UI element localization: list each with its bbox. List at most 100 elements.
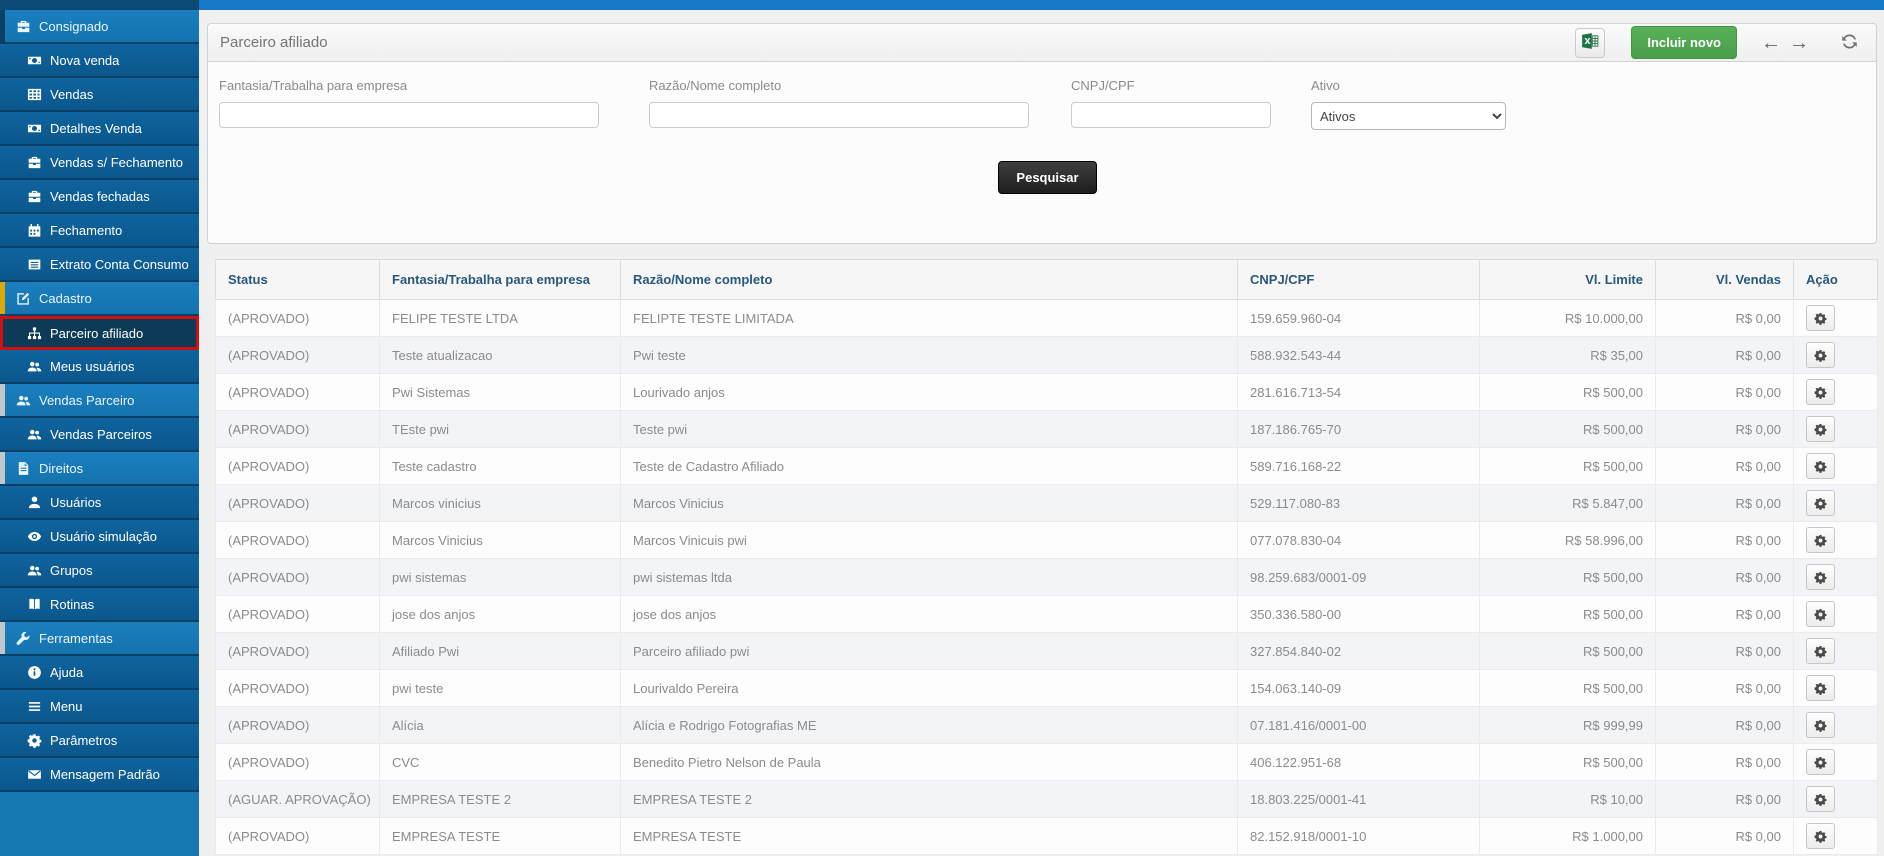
- cell-razao: Lourivaldo Pereira: [621, 670, 1238, 707]
- cnpj-field-group: CNPJ/CPF: [1071, 78, 1271, 130]
- gear-icon: [1814, 534, 1827, 547]
- nav-back-button[interactable]: ←: [1757, 33, 1785, 53]
- sidebar-item-usuario-simulacao[interactable]: Usuário simulação: [0, 520, 199, 554]
- row-actions-button[interactable]: [1806, 490, 1835, 516]
- cell-vendas: R$ 0,00: [1656, 485, 1794, 522]
- col-razao: Razão/Nome completo: [621, 260, 1238, 300]
- row-actions-button[interactable]: [1806, 453, 1835, 479]
- sidebar-item-ajuda[interactable]: Ajuda: [0, 656, 199, 690]
- cell-status: (AGUAR. APROVAÇÃO): [216, 781, 380, 818]
- cell-limite: R$ 5.847,00: [1480, 485, 1656, 522]
- export-excel-button[interactable]: [1575, 28, 1605, 58]
- banknote-icon: [27, 121, 42, 136]
- sidebar-item-menu[interactable]: Menu: [0, 690, 199, 724]
- cell-status: (APROVADO): [216, 596, 380, 633]
- sidebar-item-label: Parâmetros: [50, 733, 117, 748]
- cell-limite: R$ 999,99: [1480, 707, 1656, 744]
- sidebar-item-usuarios[interactable]: Usuários: [0, 486, 199, 520]
- cell-acao: [1794, 300, 1878, 337]
- nav-forward-button[interactable]: →: [1785, 33, 1813, 53]
- table-header-row: Status Fantasia/Trabalha para empresa Ra…: [216, 260, 1878, 300]
- cell-limite: R$ 500,00: [1480, 411, 1656, 448]
- sidebar-item-rotinas[interactable]: Rotinas: [0, 588, 199, 622]
- cell-vendas: R$ 0,00: [1656, 522, 1794, 559]
- row-actions-button[interactable]: [1806, 379, 1835, 405]
- sidebar-item-meus-usuarios[interactable]: Meus usuários: [0, 350, 199, 384]
- cell-limite: R$ 500,00: [1480, 374, 1656, 411]
- row-actions-button[interactable]: [1806, 527, 1835, 553]
- sidebar-nav: ConsignadoNova venda Vendas Detalhes Venda…: [0, 10, 199, 792]
- ativo-select[interactable]: Ativos: [1311, 102, 1506, 130]
- cnpj-input[interactable]: [1071, 102, 1271, 128]
- cell-limite: R$ 500,00: [1480, 596, 1656, 633]
- cell-fantasia: Afiliado Pwi: [380, 633, 621, 670]
- cell-status: (APROVADO): [216, 633, 380, 670]
- cell-acao: [1794, 485, 1878, 522]
- table-row: (APROVADO)Pwi SistemasLourivado anjos281…: [216, 374, 1878, 411]
- sidebar-item-grupos[interactable]: Grupos: [0, 554, 199, 588]
- sidebar-item-fechamento[interactable]: Fechamento: [0, 214, 199, 248]
- sidebar-item-cadastro[interactable]: Cadastro: [0, 282, 199, 316]
- row-actions-button[interactable]: [1806, 342, 1835, 368]
- sidebar-item-parceiro-afiliado[interactable]: Parceiro afiliado: [0, 316, 199, 350]
- sidebar-item-vendas[interactable]: Vendas: [0, 78, 199, 112]
- pesquisar-button[interactable]: Pesquisar: [998, 161, 1096, 194]
- cell-fantasia: pwi sistemas: [380, 559, 621, 596]
- sidebar-item-mensagem-padrao[interactable]: Mensagem Padrão: [0, 758, 199, 792]
- sidebar-item-ferramentas[interactable]: Ferramentas: [0, 622, 199, 656]
- cell-cnpj: 07.181.416/0001-00: [1238, 707, 1480, 744]
- section-indicator: [0, 282, 5, 314]
- row-actions-button[interactable]: [1806, 416, 1835, 442]
- sidebar-item-vendas-s-fechamento[interactable]: Vendas s/ Fechamento: [0, 146, 199, 180]
- cell-vendas: R$ 0,00: [1656, 337, 1794, 374]
- sidebar-item-extrato-conta-consumo[interactable]: Extrato Conta Consumo: [0, 248, 199, 282]
- row-actions-button[interactable]: [1806, 564, 1835, 590]
- refresh-button[interactable]: [1841, 33, 1858, 53]
- sidebar-item-label: Extrato Conta Consumo: [50, 257, 189, 272]
- cell-fantasia: Marcos vinicius: [380, 485, 621, 522]
- row-actions-button[interactable]: [1806, 823, 1835, 849]
- fantasia-input[interactable]: [219, 102, 599, 128]
- row-actions-button[interactable]: [1806, 786, 1835, 812]
- sidebar-item-detalhes-venda[interactable]: Detalhes Venda: [0, 112, 199, 146]
- cell-vendas: R$ 0,00: [1656, 670, 1794, 707]
- wrench-icon: [16, 631, 31, 646]
- incluir-novo-button[interactable]: Incluir novo: [1631, 26, 1737, 59]
- sidebar-item-vendas-fechadas[interactable]: Vendas fechadas: [0, 180, 199, 214]
- row-actions-button[interactable]: [1806, 638, 1835, 664]
- sidebar-item-label: Ferramentas: [39, 631, 113, 646]
- sidebar-item-vendas-parceiros[interactable]: Vendas Parceiros: [0, 418, 199, 452]
- search-panel: Parceiro afiliado Incluir novo ← → Fanta…: [207, 23, 1877, 244]
- sidebar-item-consignado[interactable]: Consignado: [0, 10, 199, 44]
- cell-fantasia: CVC: [380, 744, 621, 781]
- row-actions-button[interactable]: [1806, 749, 1835, 775]
- cell-acao: [1794, 633, 1878, 670]
- sidebar-item-label: Vendas fechadas: [50, 189, 150, 204]
- row-actions-button[interactable]: [1806, 305, 1835, 331]
- row-actions-button[interactable]: [1806, 601, 1835, 627]
- sidebar-item-label: Parceiro afiliado: [50, 326, 143, 341]
- cell-status: (APROVADO): [216, 522, 380, 559]
- sidebar-item-vendas-parceiro[interactable]: Vendas Parceiro: [0, 384, 199, 418]
- gear-icon: [1814, 682, 1827, 695]
- panel-toolbar: Incluir novo ← →: [1575, 26, 1864, 59]
- cell-cnpj: 077.078.830-04: [1238, 522, 1480, 559]
- cell-fantasia: jose dos anjos: [380, 596, 621, 633]
- cell-fantasia: Marcos Vinicius: [380, 522, 621, 559]
- cell-limite: R$ 10.000,00: [1480, 300, 1656, 337]
- cell-vendas: R$ 0,00: [1656, 781, 1794, 818]
- row-actions-button[interactable]: [1806, 712, 1835, 738]
- cell-razao: pwi sistemas ltda: [621, 559, 1238, 596]
- sidebar-item-parametros[interactable]: Parâmetros: [0, 724, 199, 758]
- table-row: (APROVADO)pwi sistemaspwi sistemas ltda9…: [216, 559, 1878, 596]
- sidebar-item-nova-venda[interactable]: Nova venda: [0, 44, 199, 78]
- sidebar-item-label: Rotinas: [50, 597, 94, 612]
- section-indicator: [0, 622, 5, 654]
- sidebar-item-direitos[interactable]: Direitos: [0, 452, 199, 486]
- table-row: (APROVADO)CVCBenedito Pietro Nelson de P…: [216, 744, 1878, 781]
- sidebar-item-label: Vendas: [50, 87, 93, 102]
- row-actions-button[interactable]: [1806, 675, 1835, 701]
- cell-limite: R$ 500,00: [1480, 744, 1656, 781]
- razao-input[interactable]: [649, 102, 1029, 128]
- cell-vendas: R$ 0,00: [1656, 559, 1794, 596]
